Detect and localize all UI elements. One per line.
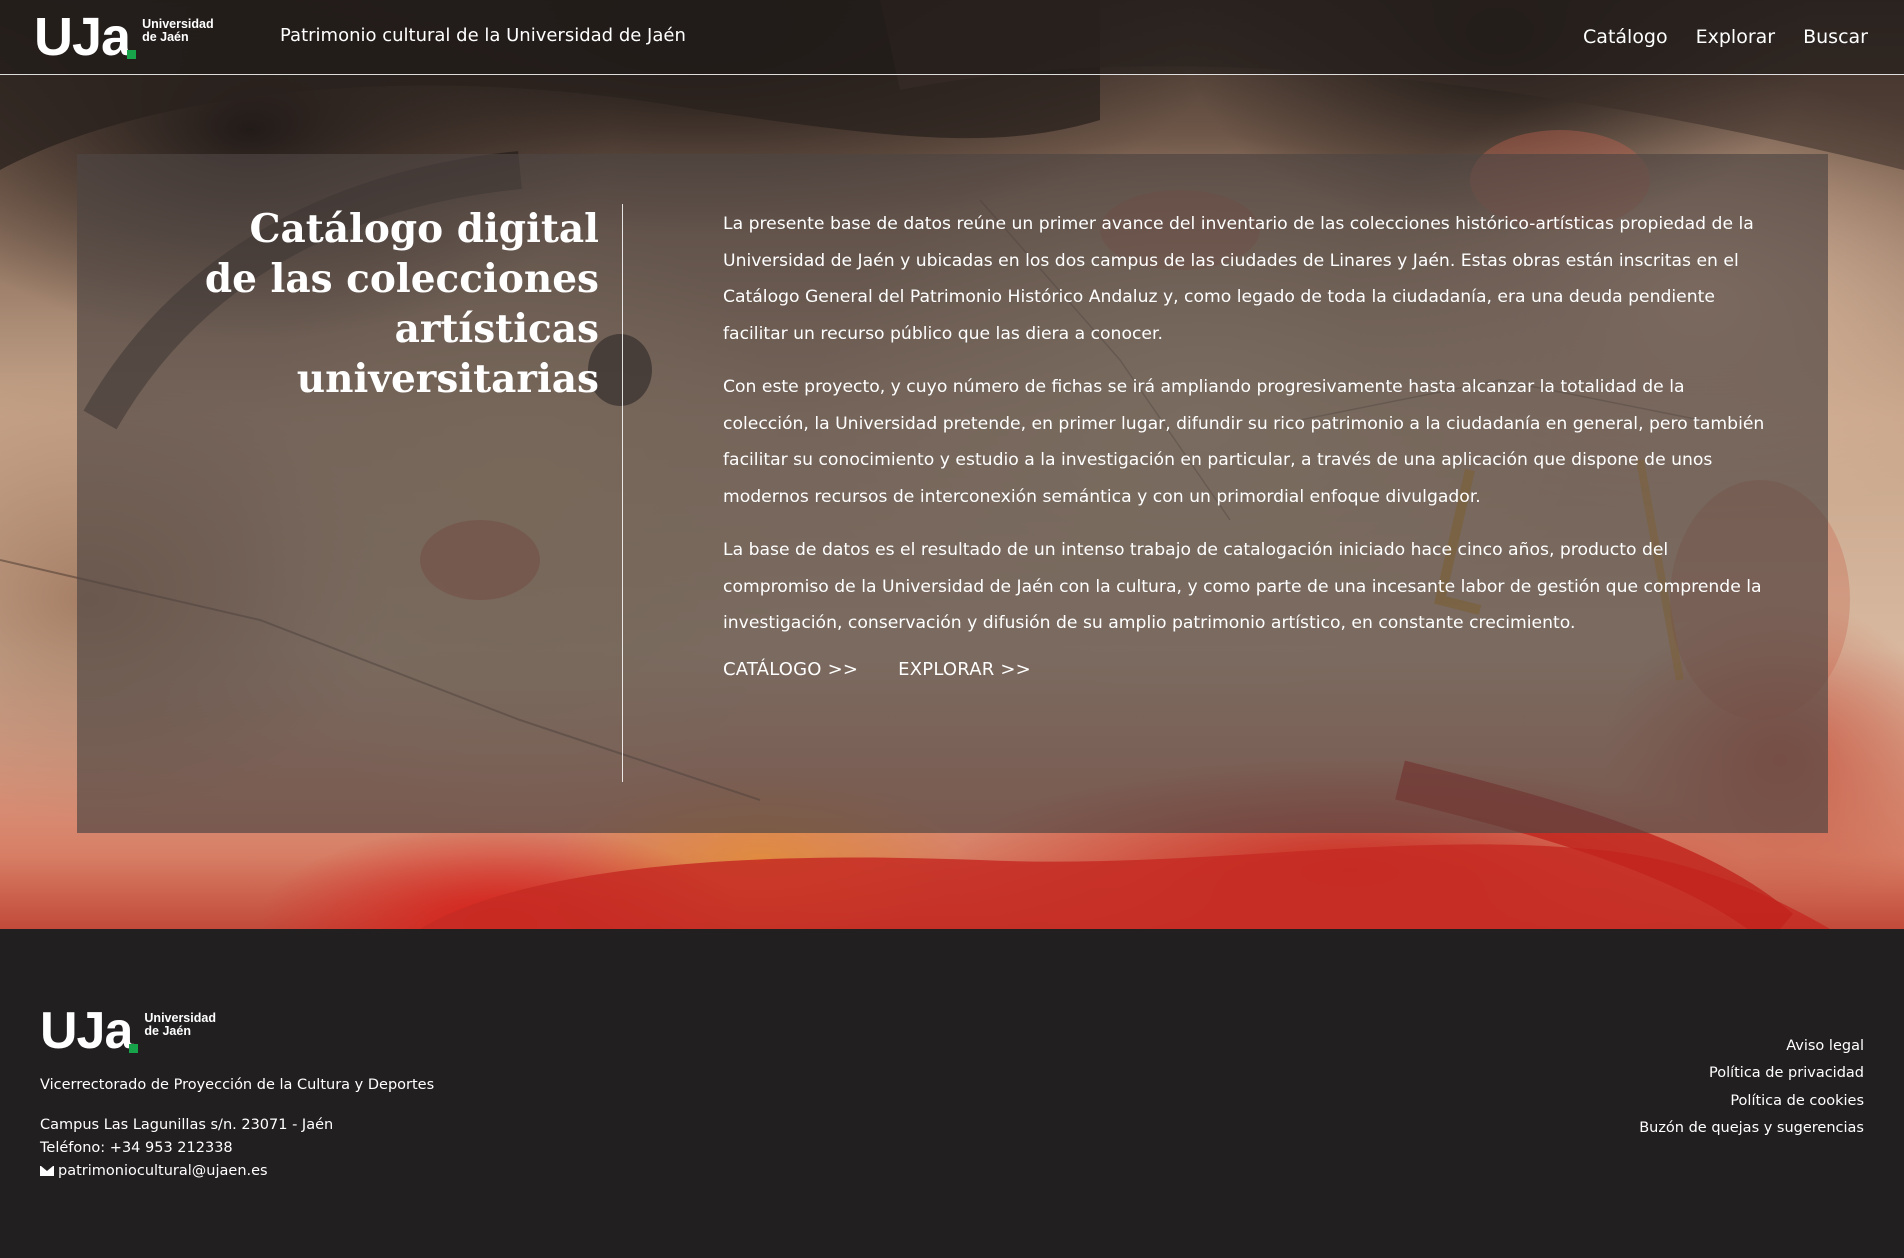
uja-logo-text: Universidad de Jaén (142, 18, 214, 44)
page-title: Catálogo digital de las colecciones artí… (167, 204, 599, 404)
nav-item-explorar[interactable]: Explorar (1696, 26, 1775, 48)
main-nav: Catálogo Explorar Buscar (1583, 26, 1868, 48)
intro-links: CATÁLOGO >> EXPLORAR >> (723, 659, 1768, 680)
logo-text-line1: Universidad (142, 17, 214, 31)
footer-legal-links: Aviso legal Política de privacidad Polít… (1639, 1033, 1864, 1142)
privacy-policy-link[interactable]: Política de privacidad (1709, 1060, 1864, 1087)
title-line: artísticas (394, 306, 599, 352)
intro-paragraph: Con este proyecto, y cuyo número de fich… (723, 377, 1765, 507)
footer-uja-logo[interactable]: UJa Universidad de Jaén (40, 1002, 216, 1060)
aviso-legal-link[interactable]: Aviso legal (1786, 1033, 1864, 1060)
complaints-link[interactable]: Buzón de quejas y sugerencias (1639, 1115, 1864, 1142)
email-row: patrimoniocultural@ujaen.es (40, 1160, 434, 1183)
intro-panel: Catálogo digital de las colecciones artí… (77, 154, 1828, 833)
email-link[interactable]: patrimoniocultural@ujaen.es (58, 1163, 268, 1179)
intro-paragraph: La presente base de datos reúne un prime… (723, 214, 1754, 344)
logo-green-dot (129, 1044, 139, 1053)
office-name: Vicerrectorado de Proyección de la Cultu… (40, 1077, 435, 1093)
nav-item-buscar[interactable]: Buscar (1803, 26, 1868, 48)
logo-text-line1: Universidad (144, 1011, 216, 1025)
catalog-link[interactable]: CATÁLOGO >> (723, 659, 858, 680)
title-line: de las colecciones (204, 256, 599, 302)
uja-logo-mark: UJa (40, 1002, 133, 1060)
title-line: Catálogo digital (249, 206, 599, 252)
site-footer: UJa Universidad de Jaén Vicerrectorado d… (0, 929, 1904, 1258)
explore-link[interactable]: EXPLORAR >> (898, 659, 1031, 680)
address: Campus Las Lagunillas s/n. 23071 - Jaén (40, 1117, 334, 1133)
site-header: UJa Universidad de Jaén Patrimonio cultu… (0, 0, 1904, 75)
nav-item-catalogo[interactable]: Catálogo (1583, 26, 1668, 48)
intro-paragraph: La base de datos es el resultado de un i… (723, 540, 1762, 633)
title-line: universitarias (296, 356, 599, 402)
uja-logo-mark: UJa (34, 7, 131, 67)
uja-logo-link[interactable]: UJa Universidad de Jaén (34, 7, 214, 67)
logo-text-line2: de Jaén (144, 1024, 191, 1038)
site-title-link[interactable]: Patrimonio cultural de la Universidad de… (280, 25, 686, 46)
logo-text-line2: de Jaén (142, 30, 189, 44)
phone: Teléfono: +34 953 212338 (40, 1140, 233, 1156)
uja-logo-text: Universidad de Jaén (144, 1012, 216, 1038)
cookie-policy-link[interactable]: Política de cookies (1730, 1088, 1864, 1115)
footer-contact-info: Vicerrectorado de Proyección de la Cultu… (40, 1074, 434, 1183)
vertical-divider (622, 204, 623, 782)
logo-green-dot (127, 50, 137, 59)
envelope-icon (40, 1166, 54, 1176)
intro-text: La presente base de datos reúne un prime… (723, 206, 1768, 680)
